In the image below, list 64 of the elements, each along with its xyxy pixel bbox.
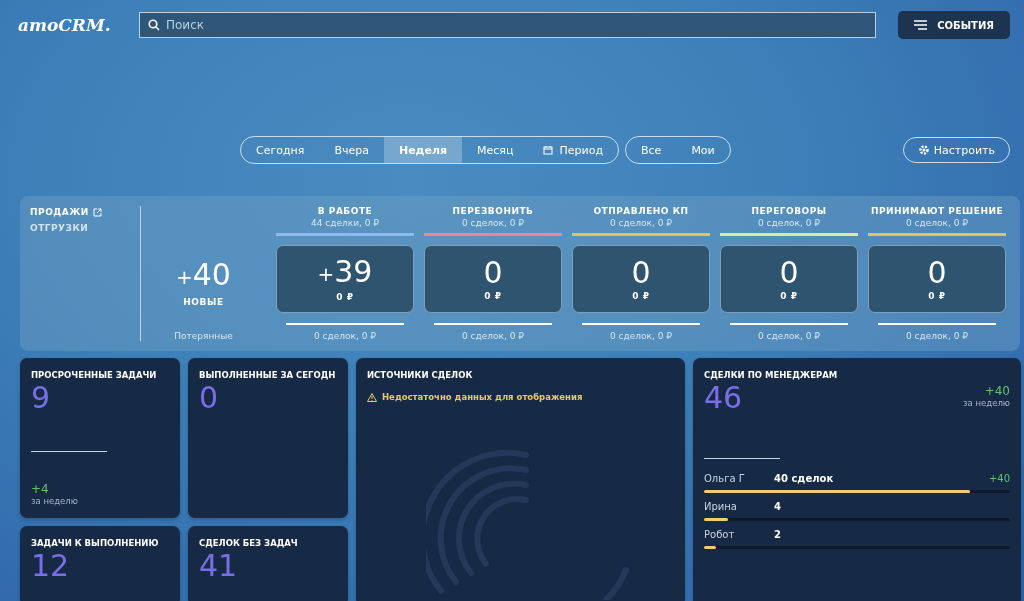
stage-lost: 0 сделок, 0 ₽: [314, 331, 376, 341]
stage-card: +39 0 ₽: [276, 245, 414, 313]
search-icon: [148, 19, 160, 31]
card-title: ИСТОЧНИКИ СДЕЛОК: [367, 370, 474, 380]
period-tab[interactable]: Неделя: [383, 137, 463, 163]
stage-name: ОТПРАВЛЕНО КП: [593, 206, 689, 216]
search-field[interactable]: Поиск: [139, 12, 877, 38]
card-title: СДЕЛКИ ПО МЕНЕДЖЕРАМ: [704, 370, 839, 380]
settings-icon: [917, 144, 930, 156]
stage-card: 0 0 ₽: [424, 245, 562, 313]
delta-value: +40: [983, 384, 1010, 398]
menu-icon: [914, 20, 928, 30]
pipeline-tab[interactable]: ПРОДАЖИ: [30, 207, 140, 217]
card-value: 46: [704, 380, 743, 416]
period-label: за неделю: [31, 496, 79, 506]
period-tab[interactable]: Сегодня: [241, 137, 320, 163]
card-value: 0: [199, 380, 220, 416]
owner-tab[interactable]: Мои: [676, 137, 730, 163]
deal-count: 40 сделок: [774, 473, 834, 484]
deal-count: 4: [774, 501, 781, 512]
stage-summary: 0 сделок, 0 ₽: [462, 218, 524, 228]
period-label: за неделю: [963, 398, 1010, 408]
card-title: ЗАДАЧИ К ВЫПОЛНЕНИЮ: [31, 538, 160, 548]
stage-lost: 0 сделок, 0 ₽: [462, 331, 524, 341]
card-value: 12: [31, 548, 71, 584]
lost-label: Потерянные: [174, 331, 233, 341]
stage-name: ПЕРЕГОВОРЫ: [751, 206, 827, 216]
deal-count: 2: [774, 529, 781, 540]
new-count: +40: [176, 259, 231, 293]
warning-message: Недостаточно данных для отображения: [367, 392, 674, 402]
events-button[interactable]: СОБЫТИЯ: [898, 11, 1010, 39]
stage-lost: 0 сделок, 0 ₽: [610, 331, 672, 341]
stage-lost: 0 сделок, 0 ₽: [906, 331, 968, 341]
period-tab[interactable]: Месяц: [462, 137, 529, 163]
stage-summary: 0 сделок, 0 ₽: [610, 218, 672, 228]
logo: amoCRM.: [18, 14, 112, 37]
period-tab[interactable]: Вчера: [319, 137, 384, 163]
card-value: 41: [199, 548, 239, 584]
stage-summary: 0 сделок, 0 ₽: [758, 218, 820, 228]
period-tab[interactable]: Период: [528, 137, 618, 163]
stage-card: 0 0 ₽: [868, 245, 1006, 313]
pipeline-tab[interactable]: ОТГРУЗКИ: [30, 223, 140, 233]
stage-name: В РАБОТЕ: [317, 206, 373, 216]
card-title: ВЫПОЛНЕННЫЕ ЗА СЕГОДН: [199, 370, 337, 380]
card-title: ПРОСРОЧЕННЫЕ ЗАДАЧИ: [31, 370, 158, 380]
stage-lost: 0 сделок, 0 ₽: [758, 331, 820, 341]
stage-card: 0 0 ₽: [572, 245, 710, 313]
warning-icon: [367, 392, 377, 402]
card-title: СДЕЛОК БЕЗ ЗАДАЧ: [199, 538, 299, 548]
external-link-icon: [92, 207, 102, 217]
stage-name: ПРИНИМАЮТ РЕШЕНИЕ: [870, 206, 1004, 216]
card-value: 9: [31, 380, 52, 416]
delta-value: +4: [31, 482, 50, 496]
owner-tab[interactable]: Все: [626, 137, 677, 163]
new-label: НОВЫЕ: [183, 297, 224, 307]
calendar-icon: [543, 145, 554, 155]
manager-name: Ирина: [704, 501, 738, 512]
delta-value: +40: [988, 473, 1010, 484]
stage-name: ПЕРЕЗВОНИТЬ: [452, 206, 534, 216]
stage-summary: 0 сделок, 0 ₽: [906, 218, 968, 228]
manager-name: Ольга Г: [704, 473, 746, 484]
stage-summary: 44 сделки, 0 ₽: [310, 218, 380, 228]
stage-card: 0 0 ₽: [720, 245, 858, 313]
manager-name: Робот: [704, 529, 736, 540]
